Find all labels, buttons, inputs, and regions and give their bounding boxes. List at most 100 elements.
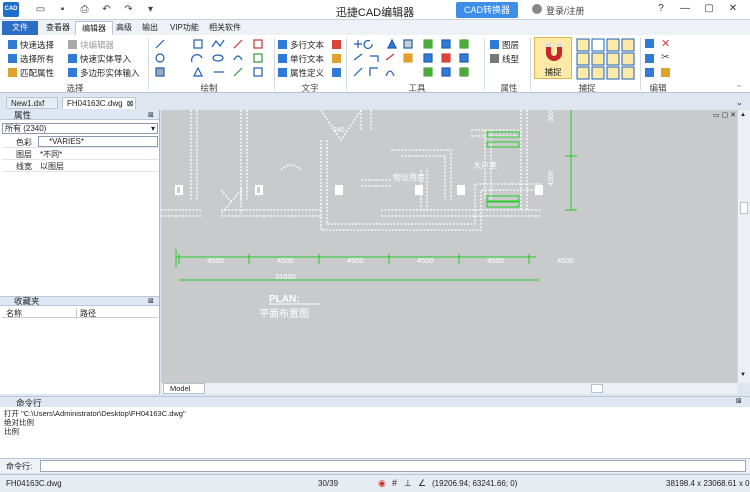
measure-icon [459, 67, 469, 77]
snap-button[interactable]: 捕捉 [534, 37, 572, 79]
panel-close-icon[interactable]: ⊠ [736, 397, 742, 405]
snap-status-icon[interactable]: ◉ [378, 478, 386, 489]
command-input[interactable] [40, 460, 746, 472]
prop-row[interactable]: 线宽 以图层 [2, 160, 158, 172]
properties-selector[interactable]: 所有 (2340) ▾ [2, 123, 158, 134]
paste-icon[interactable] [645, 54, 654, 63]
text-icon [278, 54, 287, 63]
rect-icon [193, 39, 203, 49]
minimize-icon[interactable]: — [678, 2, 692, 16]
scroll-up-icon[interactable]: ▲ [740, 112, 746, 118]
attribute-icon [278, 68, 287, 77]
mirror-icon [387, 38, 397, 49]
edit-icons: ✕ ✂ [645, 37, 675, 79]
snap-perp-icon [591, 38, 605, 52]
break-icon [459, 53, 469, 63]
delete-icon[interactable]: ✕ [661, 37, 670, 50]
login-link[interactable]: 登录/注册 [546, 4, 585, 17]
snap-ext-icon [606, 66, 620, 80]
prop-row[interactable]: 色彩 *VARIES* [2, 136, 158, 148]
divider [530, 38, 531, 90]
plan-subtitle: 平面布置图 [259, 308, 309, 320]
group-label-tools: 工具 [408, 83, 426, 93]
panel-close-icon[interactable]: ⊠ [148, 297, 154, 305]
command-output: 打开 "C:\Users\Administrator\Desktop\FH041… [4, 409, 186, 436]
cad-converter-button[interactable]: CAD转换器 [456, 2, 518, 18]
user-icon [532, 4, 542, 14]
extend-icon [385, 53, 395, 61]
vertical-scrollbar[interactable]: ▲ ▼ [737, 110, 750, 383]
scroll-thumb[interactable] [740, 202, 748, 214]
draw-icons [155, 39, 263, 77]
tool-icons [352, 38, 480, 80]
ortho-status-icon[interactable]: ⊥ [404, 478, 412, 489]
chevron-down-icon: ▾ [150, 124, 155, 133]
tab-output[interactable]: 输出 [136, 21, 164, 35]
tab-editor[interactable]: 编辑器 [75, 21, 113, 35]
close-icon[interactable]: ✕ [726, 2, 740, 16]
cut-icon[interactable]: ✂ [661, 52, 669, 63]
select-icon[interactable] [661, 68, 670, 77]
tab-list-icon[interactable]: ⌄ [736, 98, 743, 107]
tab-vip[interactable]: VIP功能 [164, 21, 205, 35]
snap-tangent-icon [606, 52, 620, 66]
doc-tab-fh04163c[interactable]: FH04163C.dwg ⊠ [62, 97, 136, 109]
copy-icon[interactable] [645, 39, 654, 48]
group-label-edit: 编辑 [649, 83, 667, 93]
join-icon [423, 53, 433, 63]
polyline-icon [211, 39, 225, 48]
model-tab[interactable]: Model [163, 383, 205, 394]
ribbon-collapse-icon[interactable]: ⌃ [736, 84, 742, 92]
scroll-thumb[interactable] [591, 384, 603, 393]
dim-label: 4500 [277, 256, 294, 265]
tab-close-icon[interactable]: ⊠ [127, 99, 134, 108]
maximize-icon[interactable]: ▢ [702, 2, 716, 16]
snap-endpoint-icon [576, 38, 590, 52]
dim-label: 4500 [487, 256, 504, 265]
horizontal-scrollbar[interactable]: Model [161, 383, 737, 394]
tab-file[interactable]: 文件 [2, 21, 38, 35]
divider [274, 38, 275, 90]
grid-status-icon[interactable]: # [392, 478, 397, 488]
viewport-controls[interactable]: ▭ ▢ ✕ [698, 111, 736, 120]
polar-status-icon[interactable]: ∠ [418, 478, 426, 489]
text-side-icons [332, 40, 342, 77]
command-input-row: 命令行: [0, 459, 750, 473]
cad-drawing: 4500 4500 4500 4500 4500 4500 31500 240 … [161, 110, 577, 320]
tab-related[interactable]: 相关软件 [203, 21, 247, 35]
select-all-icon [8, 54, 17, 63]
block-icon [68, 40, 77, 49]
tab-advanced[interactable]: 高级 [110, 21, 138, 35]
prop-row[interactable]: 图层 *不同* [2, 148, 158, 160]
doc-tab-new1[interactable]: New1.dxf [6, 97, 58, 109]
scroll-down-icon[interactable]: ▼ [740, 372, 746, 378]
paste-block-icon[interactable] [645, 68, 654, 77]
text-find-icon[interactable] [332, 68, 341, 77]
tab-viewer[interactable]: 查看器 [40, 21, 76, 35]
snap-node-icon [591, 52, 605, 66]
divider [346, 38, 347, 90]
drawing-canvas[interactable]: 4500 4500 4500 4500 4500 4500 31500 240 … [161, 110, 737, 383]
draw-tools [154, 38, 272, 80]
cursor-icon [8, 40, 17, 49]
ray-icon [233, 67, 243, 77]
status-filename: FH04163C.dwg [6, 479, 62, 488]
snap-mid-icon [576, 52, 590, 66]
array-icon [403, 39, 413, 49]
snap-quad-icon [621, 38, 635, 52]
angle-label: 240 [333, 127, 345, 134]
text-style-icon[interactable] [332, 40, 341, 49]
help-icon[interactable]: ? [654, 2, 668, 16]
panel-close-icon[interactable]: ⊠ [148, 111, 154, 119]
chamfer-icon [369, 67, 378, 76]
dim-label: 4500 [557, 256, 574, 265]
snap-nearest-icon [621, 52, 635, 66]
linetype-icon [490, 54, 499, 63]
erase-icon [441, 53, 451, 63]
text-edit-icon[interactable] [332, 54, 341, 63]
left-panel: 属性 ⊠ 所有 (2340) ▾ 色彩 *VARIES* 图层 *不同* 线宽 以图层 … [0, 110, 160, 394]
snap-int-icon [591, 66, 605, 80]
status-pages: 30/39 [318, 479, 339, 488]
favorites-header: 收藏夹 [0, 296, 159, 306]
favorites-columns: 名称 路径 [2, 308, 158, 319]
